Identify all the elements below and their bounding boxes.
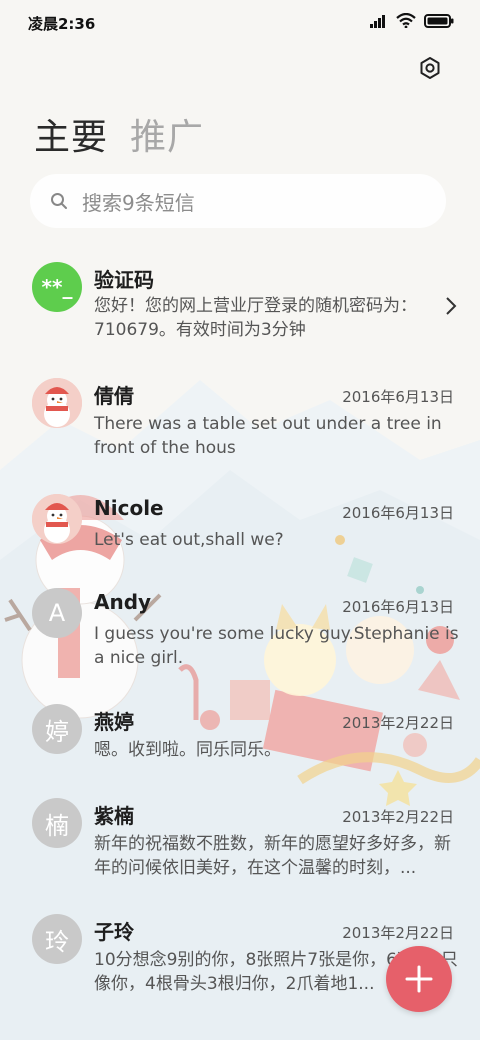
- message-date: 2013年2月22日: [342, 924, 454, 942]
- avatar-text: 玲: [45, 927, 69, 956]
- cellular-signal-icon: [370, 14, 385, 28]
- contact-name: Andy: [94, 590, 152, 614]
- message-preview: Let's eat out,shall we?: [94, 530, 284, 550]
- snowman-avatar-icon: [32, 494, 82, 544]
- contact-name: 验证码: [94, 268, 154, 292]
- avatar-text: 楠: [45, 811, 69, 840]
- message-date: 2016年6月13日: [342, 504, 454, 522]
- snowman-avatar-icon: [32, 378, 82, 428]
- contact-name: 子玲: [94, 920, 134, 944]
- plus-icon: [405, 965, 433, 993]
- message-preview: 嗯。收到啦。同乐同乐。: [94, 740, 281, 760]
- message-preview: I guess you're some lucky guy.Stephanie …: [94, 624, 459, 668]
- battery-icon: [424, 13, 454, 28]
- message-preview: 新年的祝福数不胜数，新年的愿望好多好多，新年的问候依旧美好，在这个温馨的时刻，.…: [94, 834, 451, 878]
- new-message-button[interactable]: [386, 946, 452, 1012]
- search-icon: [50, 191, 70, 211]
- search-placeholder: 搜索9条短信: [82, 190, 195, 215]
- conversation-item-nicole[interactable]: Nicole 2016年6月13日 Let's eat out,shall we…: [0, 482, 480, 572]
- conversation-item-verification-code[interactable]: **_ 验证码 您好！您的网上营业厅登录的随机密码为：710679。有效时间为3…: [0, 250, 480, 360]
- avatar-yanting: 婷: [32, 704, 82, 754]
- conversation-item-yanting[interactable]: 婷 燕婷 2013年2月22日 嗯。收到啦。同乐同乐。: [0, 692, 480, 782]
- avatar-snowman-photo: [32, 494, 82, 544]
- category-tabs: 主要 推广: [34, 108, 204, 160]
- contact-name: 燕婷: [94, 710, 134, 734]
- avatar-snowman-photo: [32, 378, 82, 428]
- settings-hexagon-icon: [420, 57, 440, 79]
- status-time: 凌晨2:36: [28, 15, 96, 33]
- message-date: 2013年2月22日: [342, 714, 454, 732]
- status-bar: 凌晨2:36: [0, 0, 480, 44]
- conversation-item-zinan[interactable]: 楠 紫楠 2013年2月22日 新年的祝福数不胜数，新年的愿望好多好多，新年的问…: [0, 786, 480, 896]
- tab-promotions[interactable]: 推广: [130, 108, 204, 160]
- chevron-right-icon: [446, 297, 457, 315]
- message-preview: 您好！您的网上营业厅登录的随机密码为：710679。有效时间为3分钟: [94, 296, 417, 340]
- wifi-icon: [396, 13, 416, 28]
- avatar-verification-code: **_: [32, 262, 82, 312]
- message-date: 2016年6月13日: [342, 598, 454, 616]
- avatar-ziling: 玲: [32, 914, 82, 964]
- message-date: 2016年6月13日: [342, 388, 454, 406]
- avatar-zinan: 楠: [32, 798, 82, 848]
- conversation-item-andy[interactable]: A Andy 2016年6月13日 I guess you're some lu…: [0, 576, 480, 686]
- tab-primary[interactable]: 主要: [34, 108, 108, 160]
- contact-name: Nicole: [94, 496, 164, 520]
- avatar-text: A: [48, 599, 66, 627]
- settings-button[interactable]: [414, 52, 446, 84]
- contact-name: 倩倩: [94, 384, 134, 408]
- contact-name: 紫楠: [94, 804, 134, 828]
- conversation-item-qianqian[interactable]: 倩倩 2016年6月13日 There was a table set out …: [0, 366, 480, 476]
- status-icons: [370, 13, 454, 28]
- avatar-text: 婷: [45, 717, 69, 746]
- message-date: 2013年2月22日: [342, 808, 454, 826]
- avatar-andy: A: [32, 588, 82, 638]
- message-preview: There was a table set out under a tree i…: [94, 414, 442, 458]
- search-bar[interactable]: 搜索9条短信: [30, 174, 446, 228]
- avatar-text: **_: [41, 275, 73, 299]
